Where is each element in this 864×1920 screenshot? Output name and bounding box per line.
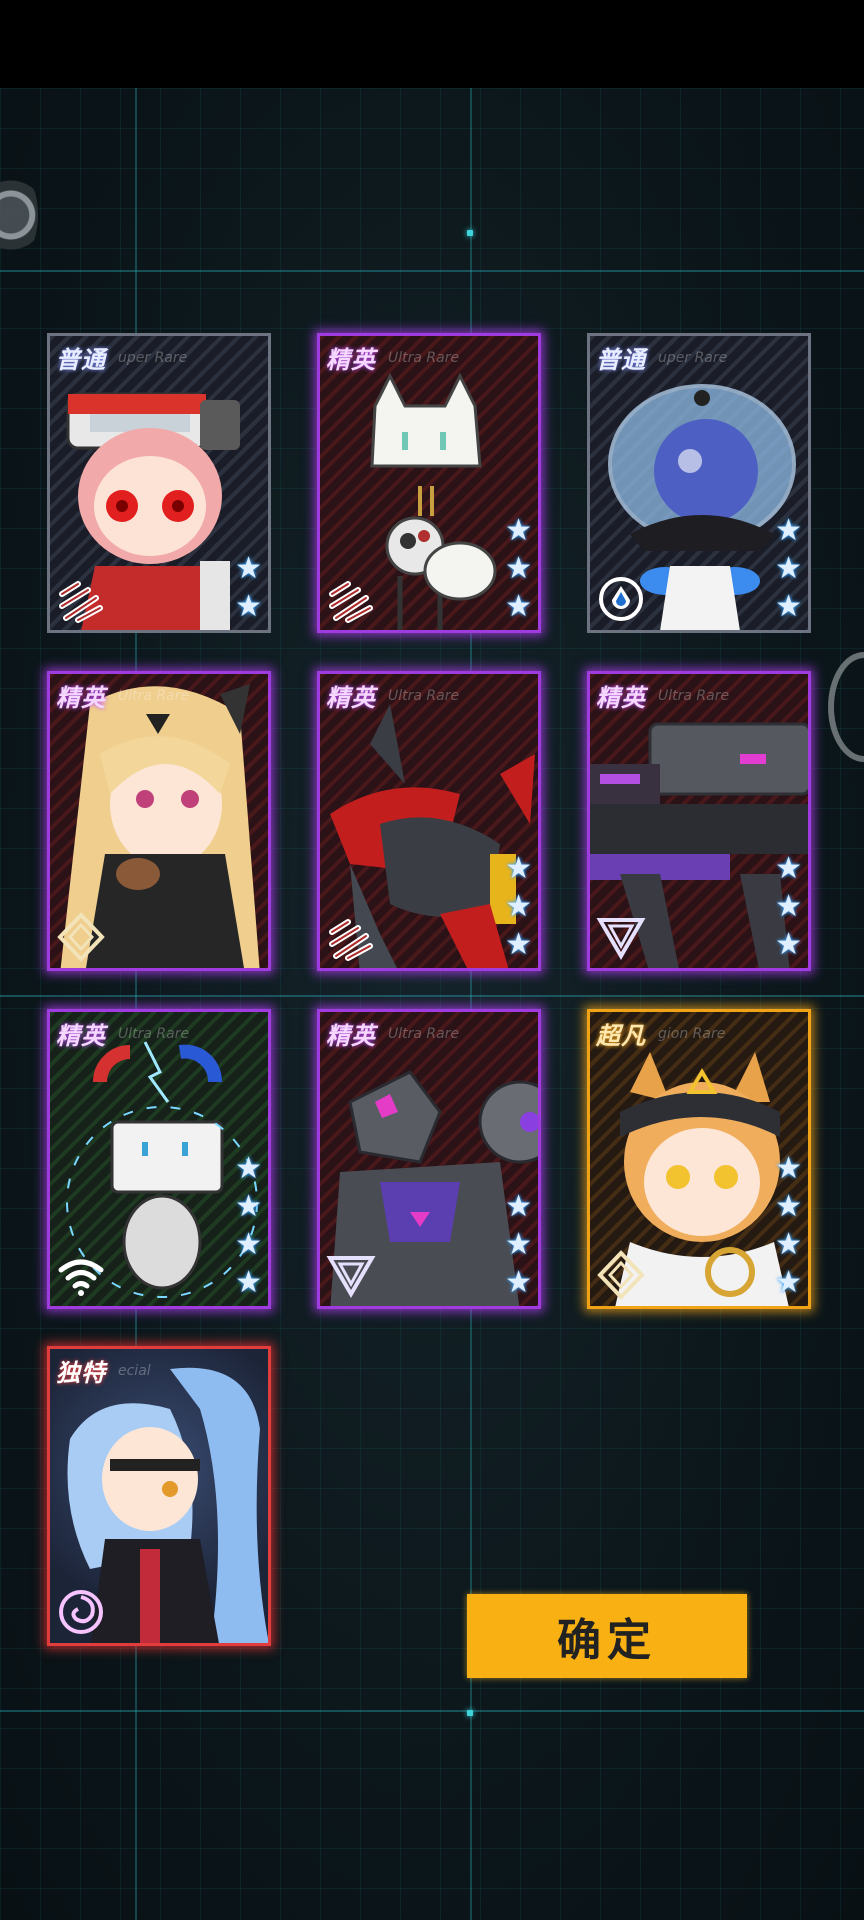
unit-card[interactable]: 精英 Ultra Rare ★ ★ ★ ★ [47, 1009, 271, 1309]
star-rating: ★ ★ ★ ★ [775, 1152, 802, 1300]
rarity-subtitle: Ultra Rare [388, 688, 460, 704]
star-icon: ★ [505, 1227, 532, 1262]
star-icon: ★ [505, 589, 532, 624]
star-icon: ★ [505, 927, 532, 962]
star-icon: ★ [235, 589, 262, 624]
star-icon: ★ [775, 889, 802, 924]
rarity-label: 精英 [326, 684, 376, 712]
spiral-icon [59, 1590, 103, 1634]
diamond-icon [57, 912, 105, 962]
rarity-label: 精英 [56, 1022, 106, 1050]
rarity-label: 独特 [56, 1359, 106, 1387]
rarity-subtitle: uper Rare [118, 350, 188, 366]
star-icon: ★ [505, 551, 532, 586]
grid-line [0, 270, 864, 272]
confirm-button[interactable]: 确定 [467, 1594, 747, 1678]
star-icon: ★ [775, 513, 802, 548]
unit-card[interactable]: 精英 Ultra Rare ★ ★ ★ [317, 1009, 541, 1309]
wifi-icon [58, 1259, 104, 1296]
star-icon: ★ [505, 1189, 532, 1224]
star-icon: ★ [775, 927, 802, 962]
rarity-subtitle: Ultra Rare [118, 1026, 190, 1042]
rarity-subtitle: Ultra Rare [118, 688, 190, 704]
star-icon: ★ [775, 851, 802, 886]
rarity-label: 普通 [56, 346, 106, 374]
rarity-label: 精英 [596, 684, 646, 712]
star-rating: ★ ★ ★ [505, 852, 532, 962]
rarity-label: 超凡 [596, 1022, 646, 1050]
star-icon: ★ [235, 1265, 262, 1300]
star-icon: ★ [505, 513, 532, 548]
rarity-subtitle: Ultra Rare [658, 688, 730, 704]
unit-card[interactable]: 超凡 gion Rare ★ ★ ★ ★ [587, 1009, 811, 1309]
diamond-icon [597, 1250, 645, 1300]
unit-card[interactable]: 精英 Ultra Rare ★ ★ ★ [587, 671, 811, 971]
star-icon: ★ [775, 1265, 802, 1300]
shield-drop-icon [599, 577, 643, 621]
star-icon: ★ [775, 1227, 802, 1262]
unit-card[interactable]: 精英 Ultra Rare ★ ★ ★ [317, 333, 541, 633]
unit-card[interactable]: 独特 ecial [47, 1346, 271, 1646]
star-rating: ★ ★ ★ [775, 514, 802, 624]
star-rating: ★ ★ ★ [775, 852, 802, 962]
rarity-label: 精英 [326, 1022, 376, 1050]
star-rating: ★ ★ ★ [505, 514, 532, 624]
star-icon: ★ [235, 1189, 262, 1224]
rarity-subtitle: uper Rare [658, 350, 728, 366]
star-icon: ★ [235, 1151, 262, 1186]
rarity-subtitle: gion Rare [658, 1026, 726, 1042]
rarity-label: 精英 [56, 684, 106, 712]
star-rating: ★ ★ ★ ★ [235, 1152, 262, 1300]
star-rating: ★ ★ ★ [505, 1190, 532, 1300]
grid-line [0, 995, 864, 997]
star-icon: ★ [235, 551, 262, 586]
unit-card[interactable]: 普通 uper Rare ★ ★ [47, 333, 271, 633]
rarity-subtitle: Ultra Rare [388, 1026, 460, 1042]
claw-icon [329, 581, 373, 623]
rarity-subtitle: ecial [118, 1363, 151, 1379]
triangle-icon [596, 918, 646, 960]
claw-icon [329, 919, 373, 961]
star-icon: ★ [775, 1189, 802, 1224]
unit-card[interactable]: 精英 Ultra Rare ★ ★ ★ [317, 671, 541, 971]
star-icon: ★ [775, 551, 802, 586]
rarity-subtitle: Ultra Rare [388, 350, 460, 366]
star-icon: ★ [505, 1265, 532, 1300]
triangle-icon [326, 1256, 376, 1298]
star-icon: ★ [775, 589, 802, 624]
unit-card[interactable]: 普通 uper Rare ★ ★ ★ [587, 333, 811, 633]
rarity-label: 精英 [326, 346, 376, 374]
star-icon: ★ [505, 889, 532, 924]
star-icon: ★ [505, 851, 532, 886]
status-bar [0, 0, 864, 88]
claw-icon [59, 581, 103, 623]
star-icon: ★ [775, 1151, 802, 1186]
star-icon: ★ [235, 1227, 262, 1262]
grid-node [467, 1710, 473, 1716]
grid-node [467, 230, 473, 236]
star-rating: ★ ★ [235, 552, 262, 624]
unit-card[interactable]: 精英 Ultra Rare [47, 671, 271, 971]
grid-line [0, 1710, 864, 1712]
rarity-label: 普通 [596, 346, 646, 374]
